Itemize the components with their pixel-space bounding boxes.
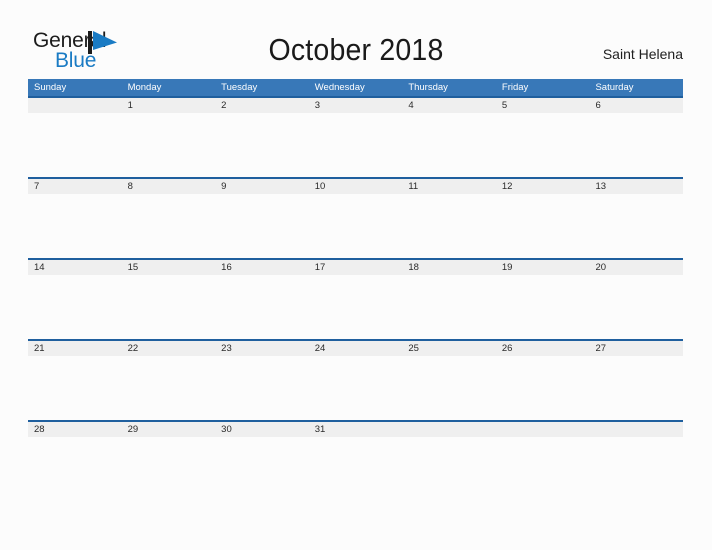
day-header-friday: Friday — [501, 82, 529, 93]
day-cell[interactable]: 6 — [589, 98, 683, 113]
day-header-thursday: Thursday — [408, 82, 448, 93]
calendar-week-row: 21 22 23 24 25 26 27 — [28, 339, 683, 420]
day-cell[interactable] — [402, 422, 496, 437]
day-cell[interactable]: 29 — [122, 422, 216, 437]
day-cell[interactable]: 23 — [215, 341, 309, 356]
location-label: Saint Helena — [602, 46, 683, 62]
week-date-band: 21 22 23 24 25 26 27 — [28, 341, 683, 356]
week-note-area[interactable] — [28, 113, 683, 177]
day-cell[interactable]: 27 — [589, 341, 683, 356]
day-cell[interactable]: 16 — [215, 260, 309, 275]
calendar-week-row: 28 29 30 31 — [28, 420, 683, 501]
day-cell[interactable]: 5 — [496, 98, 590, 113]
day-cell[interactable]: 21 — [28, 341, 122, 356]
week-note-area[interactable] — [28, 194, 683, 258]
day-cell[interactable]: 19 — [496, 260, 590, 275]
day-cell[interactable]: 17 — [309, 260, 403, 275]
page-header: General Blue October 2018 Saint Helena — [0, 0, 712, 78]
day-cell[interactable] — [589, 422, 683, 437]
day-cell[interactable]: 11 — [402, 179, 496, 194]
day-header-monday: Monday — [127, 82, 162, 93]
day-cell[interactable]: 18 — [402, 260, 496, 275]
day-cell[interactable]: 25 — [402, 341, 496, 356]
day-header-tuesday: Tuesday — [221, 82, 258, 93]
day-cell[interactable]: 3 — [309, 98, 403, 113]
calendar-page: General Blue October 2018 Saint Helena S… — [0, 0, 712, 550]
day-cell[interactable] — [28, 98, 122, 113]
calendar-grid: Sunday Monday Tuesday Wednesday Thursday… — [28, 79, 683, 501]
day-header-sunday: Sunday — [34, 82, 67, 93]
calendar-week-row: 7 8 9 10 11 12 13 — [28, 177, 683, 258]
week-note-area[interactable] — [28, 275, 683, 339]
week-date-band: 7 8 9 10 11 12 13 — [28, 179, 683, 194]
week-note-area[interactable] — [28, 437, 683, 501]
day-cell[interactable]: 28 — [28, 422, 122, 437]
day-cell[interactable]: 31 — [309, 422, 403, 437]
day-cell[interactable]: 12 — [496, 179, 590, 194]
day-header-wednesday: Wednesday — [314, 82, 365, 93]
calendar-week-row: 1 2 3 4 5 6 — [28, 96, 683, 177]
day-cell[interactable] — [496, 422, 590, 437]
page-title: October 2018 — [268, 32, 444, 67]
day-cell[interactable]: 7 — [28, 179, 122, 194]
day-cell[interactable]: 13 — [589, 179, 683, 194]
day-cell[interactable]: 1 — [122, 98, 216, 113]
day-cell[interactable]: 30 — [215, 422, 309, 437]
week-date-band: 14 15 16 17 18 19 20 — [28, 260, 683, 275]
day-cell[interactable]: 4 — [402, 98, 496, 113]
week-date-band: 28 29 30 31 — [28, 422, 683, 437]
day-of-week-header-row: Sunday Monday Tuesday Wednesday Thursday… — [28, 79, 683, 96]
day-cell[interactable]: 20 — [589, 260, 683, 275]
calendar-week-row: 14 15 16 17 18 19 20 — [28, 258, 683, 339]
day-cell[interactable]: 8 — [122, 179, 216, 194]
week-date-band: 1 2 3 4 5 6 — [28, 98, 683, 113]
day-cell[interactable]: 26 — [496, 341, 590, 356]
day-cell[interactable]: 24 — [309, 341, 403, 356]
day-cell[interactable]: 22 — [122, 341, 216, 356]
day-header-saturday: Saturday — [595, 82, 634, 93]
day-cell[interactable]: 14 — [28, 260, 122, 275]
day-cell[interactable]: 10 — [309, 179, 403, 194]
day-cell[interactable]: 2 — [215, 98, 309, 113]
day-cell[interactable]: 9 — [215, 179, 309, 194]
week-note-area[interactable] — [28, 356, 683, 420]
day-cell[interactable]: 15 — [122, 260, 216, 275]
